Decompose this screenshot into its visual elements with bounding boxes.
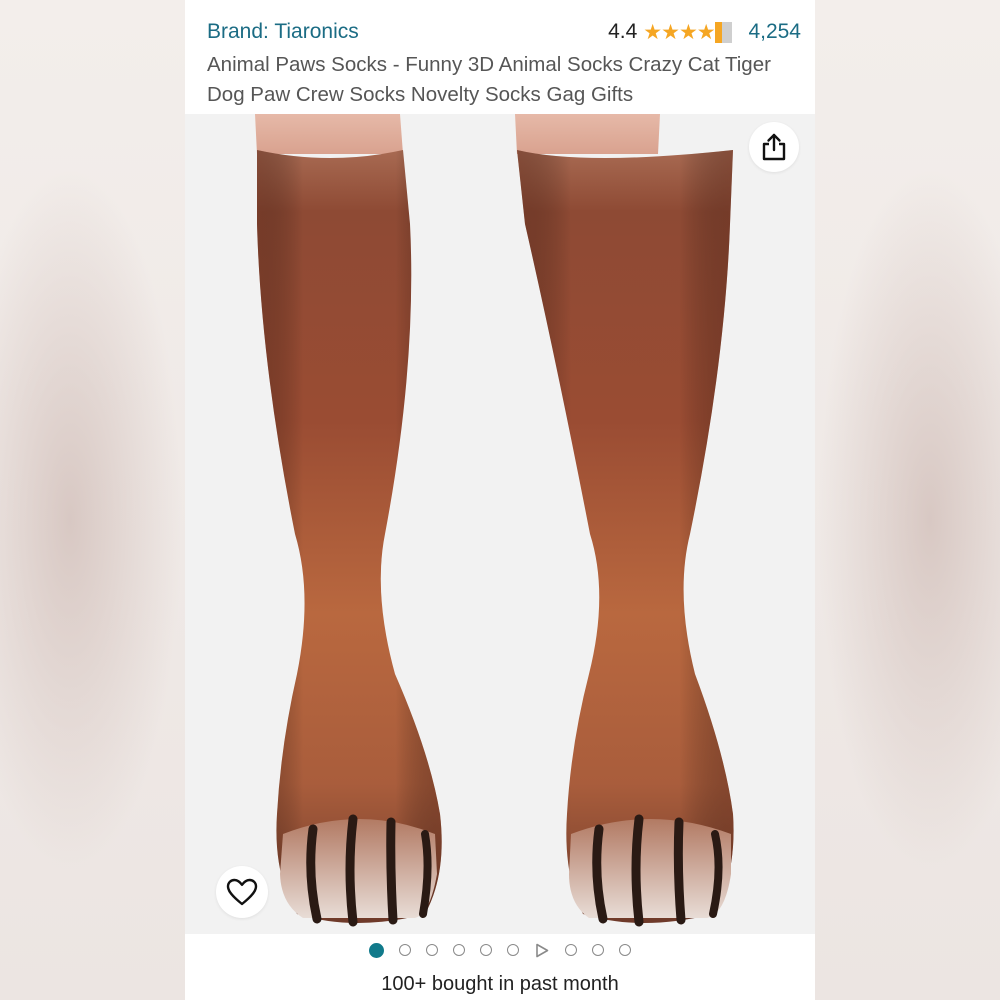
pagination-dot[interactable]	[369, 942, 384, 958]
pagination-dot[interactable]	[619, 944, 631, 956]
product-card: Brand: Tiaronics 4.4 ★★★★★ 4,254 Animal …	[185, 0, 815, 1000]
review-count-link[interactable]: 4,254	[748, 20, 801, 44]
play-icon[interactable]	[534, 942, 550, 958]
pagination-dot[interactable]	[592, 944, 604, 956]
pagination-dot[interactable]	[507, 944, 519, 956]
wishlist-button[interactable]	[216, 866, 268, 918]
star-icon: ★	[714, 21, 733, 43]
rating-value: 4.4	[608, 20, 638, 43]
star-icon: ★	[678, 20, 698, 44]
rating-summary[interactable]: 4.4 ★★★★★ 4,254	[608, 20, 801, 44]
star-icon: ★	[661, 20, 680, 44]
product-image[interactable]	[185, 114, 815, 934]
pagination-dot[interactable]	[480, 944, 492, 956]
brand-rating-row: Brand: Tiaronics 4.4 ★★★★★ 4,254	[207, 20, 801, 50]
pagination-dot[interactable]	[565, 944, 577, 956]
bought-in-past-month: 100+ bought in past month	[381, 973, 619, 995]
share-icon	[762, 133, 786, 161]
brand-link[interactable]: Brand: Tiaronics	[207, 20, 359, 44]
pagination-dot[interactable]	[453, 944, 465, 956]
star-icon: ★	[643, 20, 662, 44]
image-pagination	[185, 940, 815, 960]
product-title: Animal Paws Socks - Funny 3D Animal Sock…	[207, 53, 771, 106]
pagination-dot[interactable]	[399, 944, 411, 956]
star-rating: ★★★★★	[643, 20, 733, 44]
left-sock	[255, 114, 442, 927]
heart-icon	[226, 878, 258, 906]
star-icon: ★	[696, 20, 716, 44]
right-sock	[515, 114, 734, 927]
pagination-dot[interactable]	[426, 944, 438, 956]
share-button[interactable]	[749, 122, 799, 172]
paw-socks-image	[255, 114, 734, 927]
